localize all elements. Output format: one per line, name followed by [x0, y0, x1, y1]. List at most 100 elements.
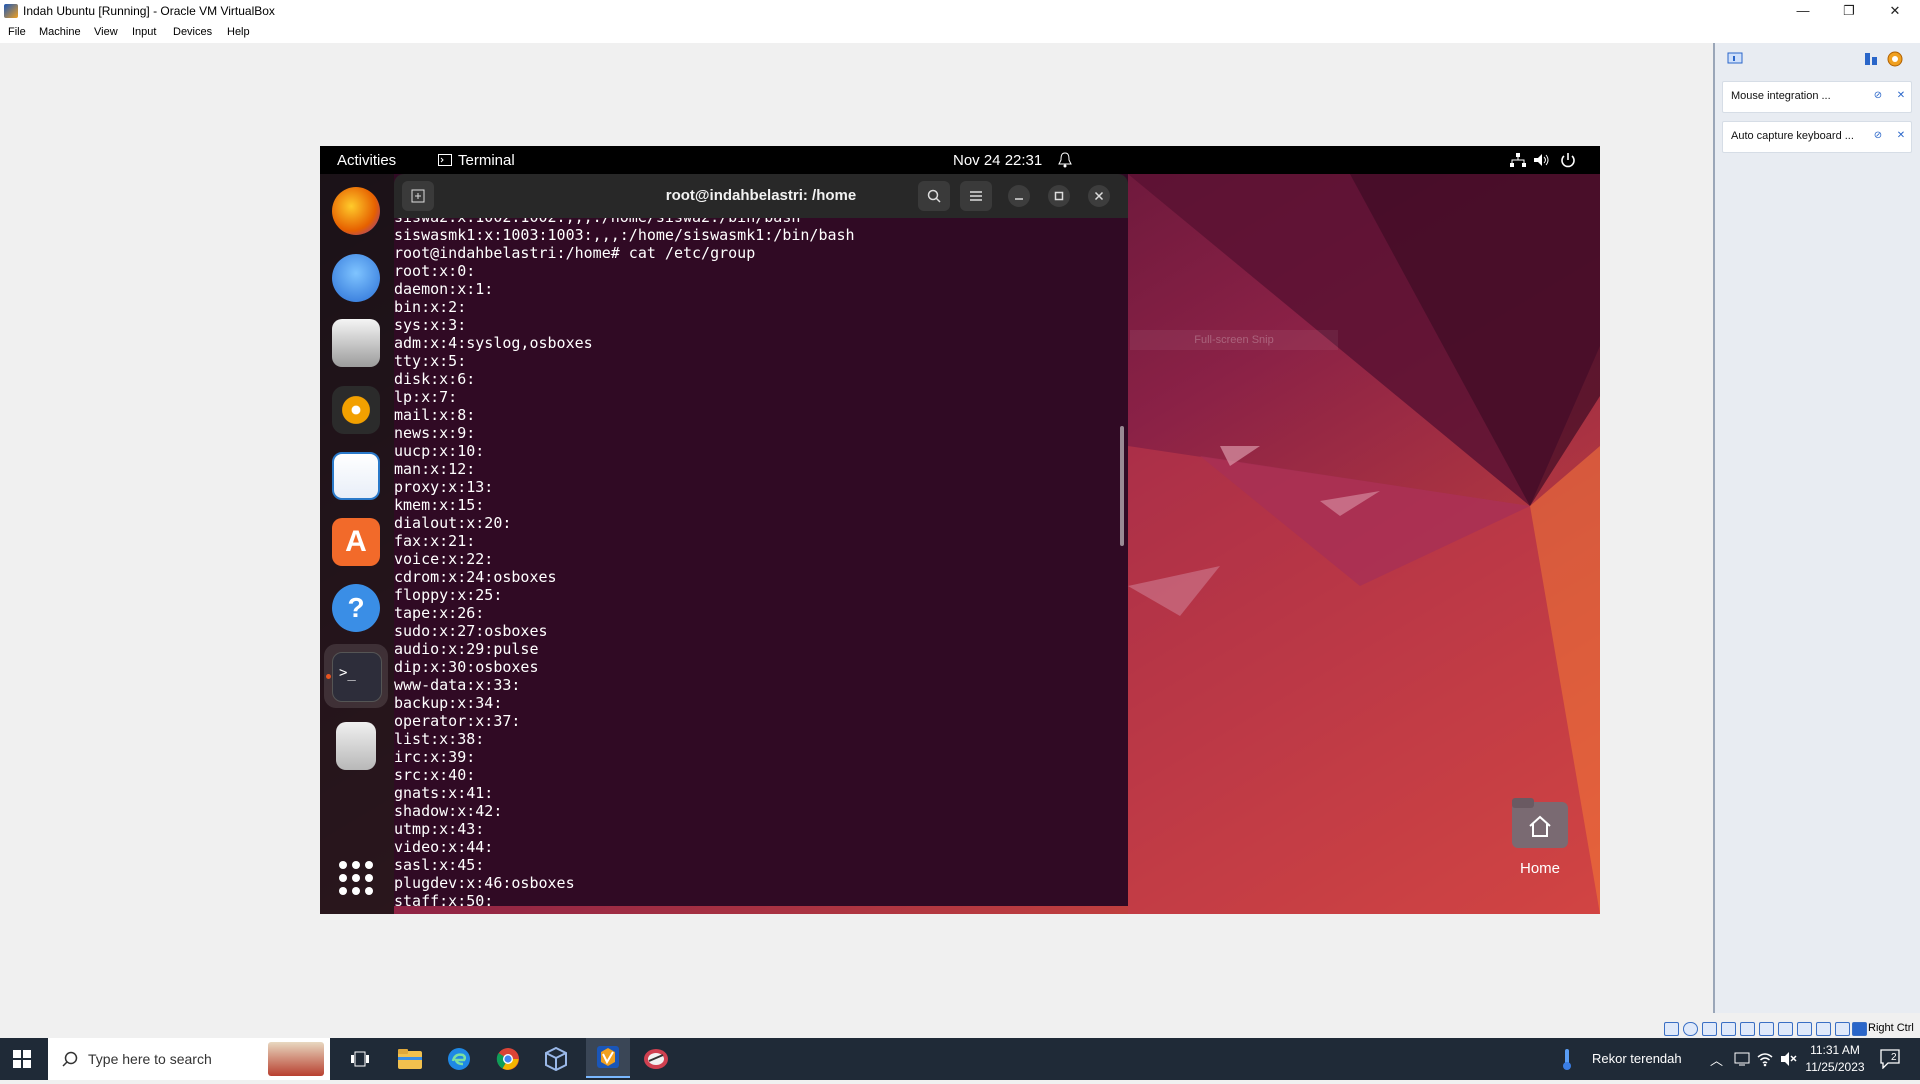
usb-icon[interactable] — [1740, 1022, 1755, 1036]
taskbar-edge[interactable] — [439, 1042, 479, 1076]
keep-finished-icon[interactable] — [1887, 51, 1903, 67]
taskbar-virtualbox[interactable] — [586, 1038, 630, 1078]
display-icon[interactable] — [1778, 1022, 1793, 1036]
notification-count-badge: 2 — [1891, 1052, 1897, 1063]
start-button[interactable] — [2, 1042, 42, 1076]
notification-mouse-integration[interactable]: Mouse integration ... ⊘ ✕ — [1722, 81, 1912, 113]
clock-date[interactable]: 11/25/2023 — [1803, 1060, 1867, 1074]
network-wired-icon[interactable] — [1510, 153, 1526, 167]
wifi-icon[interactable] — [1756, 1051, 1774, 1067]
guest-screen[interactable]: Activities Terminal Nov 24 22:31 A ? >_ — [320, 146, 1600, 914]
vbox-status-bar: Right Ctrl — [1640, 1018, 1920, 1038]
device-icon[interactable] — [1734, 1052, 1750, 1066]
window-title: Indah Ubuntu [Running] - Oracle VM Virtu… — [23, 4, 275, 18]
weather-text[interactable]: Rekor terendah — [1592, 1051, 1682, 1066]
firefox-icon[interactable] — [332, 187, 380, 235]
volume-icon[interactable] — [1534, 153, 1550, 167]
terminal-line: tape:x:26: — [394, 604, 485, 622]
taskbar-snipping-tool[interactable] — [636, 1042, 676, 1076]
terminal-line: sudo:x:27:osboxes — [394, 622, 548, 640]
menu-view[interactable]: View — [94, 26, 118, 38]
terminal-line: floppy:x:25: — [394, 586, 503, 604]
tray-overflow-chevron-icon[interactable]: ︿ — [1710, 1050, 1723, 1069]
host-key-label: Right Ctrl — [1868, 1022, 1914, 1034]
terminal-line: daemon:x:1: — [394, 280, 494, 298]
terminal-icon[interactable]: >_ — [332, 652, 382, 702]
terminal-line: news:x:9: — [394, 424, 476, 442]
shared-folders-icon[interactable] — [1759, 1022, 1774, 1036]
software-center-icon[interactable]: A — [332, 518, 380, 566]
home-folder-label: Home — [1519, 860, 1560, 877]
terminal-minimize-button[interactable] — [1008, 185, 1030, 207]
dismiss-icon[interactable]: ✕ — [1895, 130, 1907, 142]
notification-auto-capture[interactable]: Auto capture keyboard ... ⊘ ✕ — [1722, 121, 1912, 153]
menu-machine[interactable]: Machine — [39, 26, 81, 38]
clock[interactable]: Nov 24 22:31 — [953, 152, 1042, 169]
audio-icon[interactable] — [1702, 1022, 1717, 1036]
terminal-line: root@indahbelastri:/home# cat /etc/group — [394, 244, 756, 262]
action-center-icon[interactable] — [1880, 1049, 1900, 1069]
menu-button[interactable] — [960, 181, 992, 211]
menu-help[interactable]: Help — [227, 26, 250, 38]
hard-disk-icon[interactable] — [1664, 1022, 1679, 1036]
mouse-integration-icon[interactable] — [1835, 1022, 1850, 1036]
taskbar-file-explorer[interactable] — [390, 1042, 430, 1076]
speaker-muted-icon[interactable] — [1780, 1051, 1798, 1067]
terminal-line: disk:x:6: — [394, 370, 476, 388]
search-button[interactable] — [918, 181, 950, 211]
close-button[interactable]: ✕ — [1872, 0, 1918, 23]
terminal-window[interactable]: root@indahbelastri: /home siswa2:x:1002:… — [394, 174, 1128, 906]
rhythmbox-icon[interactable] — [332, 386, 380, 434]
power-icon[interactable] — [1560, 152, 1576, 168]
clock-time[interactable]: 11:31 AM — [1803, 1043, 1867, 1057]
help-icon[interactable]: ? — [332, 584, 380, 632]
snipping-tool-icon — [644, 1049, 668, 1069]
notification-list-icon[interactable] — [1727, 52, 1743, 66]
taskbar-3d-viewer[interactable] — [536, 1042, 576, 1076]
terminal-output[interactable]: siswa2:x:1002:1002:,,,:/home/siswa2:/bin… — [394, 218, 1128, 906]
terminal-line: irc:x:39: — [394, 748, 476, 766]
sort-icon[interactable] — [1864, 52, 1878, 66]
terminal-line: siswasmk1:x:1003:1003:,,,:/home/siswasmk… — [394, 226, 855, 244]
app-menu-terminal[interactable]: Terminal — [458, 152, 515, 169]
desktop-home-folder[interactable]: Home — [1500, 798, 1580, 888]
task-view-button[interactable] — [340, 1042, 380, 1076]
menu-input[interactable]: Input — [132, 26, 156, 38]
ubuntu-dock: A ? >_ — [320, 174, 394, 914]
terminal-line: backup:x:34: — [394, 694, 503, 712]
cpu-icon[interactable] — [1816, 1022, 1831, 1036]
keyboard-capture-icon[interactable] — [1852, 1022, 1867, 1036]
do-not-show-icon[interactable]: ⊘ — [1872, 130, 1884, 142]
dismiss-icon[interactable]: ✕ — [1895, 90, 1907, 102]
menu-file[interactable]: File — [8, 26, 26, 38]
terminal-line: list:x:38: — [394, 730, 485, 748]
terminal-maximize-button[interactable] — [1048, 185, 1070, 207]
thunderbird-icon[interactable] — [332, 254, 380, 302]
windows-logo-icon — [13, 1050, 31, 1068]
libreoffice-writer-icon[interactable] — [332, 452, 380, 500]
show-apps-icon[interactable] — [338, 860, 374, 896]
taskbar-search-box[interactable]: Type here to search — [48, 1038, 330, 1080]
maximize-icon — [1054, 191, 1064, 201]
trash-icon[interactable] — [336, 722, 376, 770]
network-icon[interactable] — [1721, 1022, 1736, 1036]
file-explorer-icon — [398, 1049, 422, 1069]
terminal-header-bar[interactable]: root@indahbelastri: /home — [394, 174, 1128, 218]
do-not-show-icon[interactable]: ⊘ — [1872, 90, 1884, 102]
terminal-line: dialout:x:20: — [394, 514, 512, 532]
chrome-icon — [496, 1048, 519, 1070]
terminal-close-button[interactable] — [1088, 185, 1110, 207]
terminal-line: proxy:x:13: — [394, 478, 494, 496]
files-icon[interactable] — [332, 319, 380, 367]
recording-icon[interactable] — [1797, 1022, 1812, 1036]
restore-button[interactable]: ❐ — [1826, 0, 1872, 23]
optical-drive-icon[interactable] — [1683, 1022, 1698, 1036]
minimize-button[interactable]: — — [1780, 0, 1826, 23]
taskbar-chrome[interactable] — [488, 1042, 528, 1076]
terminal-scrollbar[interactable] — [1120, 426, 1124, 546]
terminal-line: utmp:x:43: — [394, 820, 485, 838]
activities-button[interactable]: Activities — [337, 152, 396, 169]
terminal-line: adm:x:4:syslog,osboxes — [394, 334, 593, 352]
virtualbox-icon — [4, 4, 18, 18]
menu-devices[interactable]: Devices — [173, 26, 212, 38]
